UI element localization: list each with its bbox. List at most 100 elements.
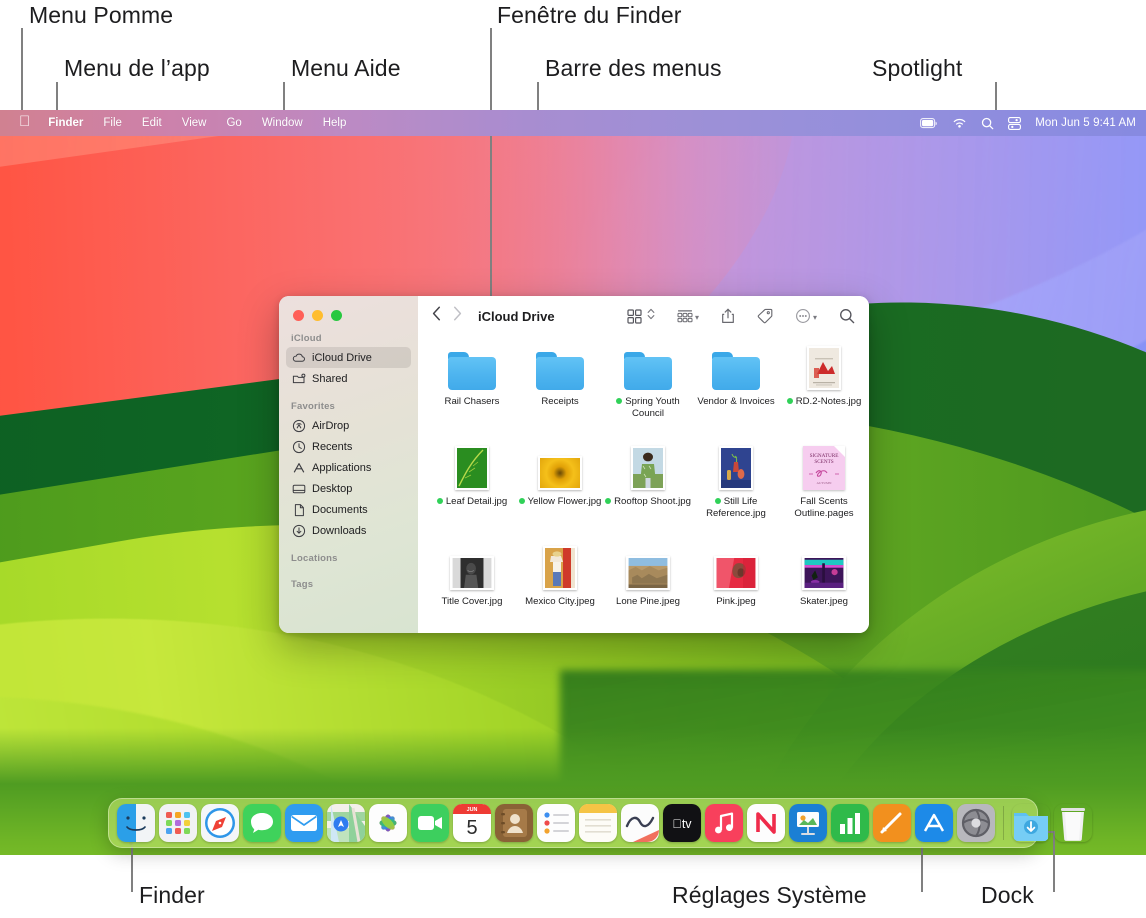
back-icon[interactable]	[432, 306, 441, 326]
dock-item-launchpad[interactable]	[159, 804, 197, 842]
dock-item-photos[interactable]	[369, 804, 407, 842]
battery-icon[interactable]	[920, 117, 938, 129]
menu-item-window[interactable]: Window	[252, 110, 313, 136]
sidebar-label: iCloud Drive	[312, 351, 372, 364]
dock-item-system-settings[interactable]	[957, 804, 995, 842]
dock-item-safari[interactable]	[201, 804, 239, 842]
file-item[interactable]: Rail Chasers	[428, 342, 516, 442]
dock-item-numbers[interactable]	[831, 804, 869, 842]
apple-logo-icon[interactable]: 	[11, 109, 38, 135]
menu-bar[interactable]:  Finder File Edit View Go Window Help M…	[0, 110, 1146, 136]
finder-window[interactable]: iCloud iCloud Drive Shared Favorites Air…	[279, 296, 869, 633]
chevron-down-icon[interactable]: ▾	[695, 313, 699, 322]
dock-item-music[interactable]	[705, 804, 743, 842]
sidebar-item-recents[interactable]: Recents	[286, 436, 411, 457]
callout-apple-menu: Menu Pomme	[29, 2, 174, 28]
dock-item-keynote[interactable]	[789, 804, 827, 842]
dock-divider	[1003, 806, 1004, 840]
clock-icon	[291, 439, 306, 454]
sidebar-item-airdrop[interactable]: AirDrop	[286, 415, 411, 436]
sidebar-item-documents[interactable]: Documents	[286, 499, 411, 520]
file-item[interactable]: Rooftop Shoot.jpg	[604, 442, 692, 542]
menu-item-help[interactable]: Help	[313, 110, 357, 136]
file-label: Vendor & Invoices	[697, 396, 775, 407]
file-item[interactable]: Yellow Flower.jpg	[516, 442, 604, 542]
icon-view-icon[interactable]	[616, 307, 666, 326]
folder-icon	[448, 342, 496, 390]
chevron-down-icon[interactable]: ▾	[813, 313, 817, 322]
file-label: Skater.jpeg	[799, 596, 848, 607]
file-label: Fall Scents Outline.pages	[794, 496, 854, 519]
menu-item-view[interactable]: View	[172, 110, 217, 136]
dock-item-app-store[interactable]	[915, 804, 953, 842]
menu-bar-clock[interactable]: Mon Jun 5 9:41 AM	[1035, 117, 1136, 129]
close-button[interactable]	[293, 310, 304, 321]
file-item[interactable]: Leaf Detail.jpg	[428, 442, 516, 542]
spotlight-search-icon[interactable]	[981, 117, 994, 130]
file-item[interactable]: Mexico City.jpeg	[516, 542, 604, 633]
dock-item-freeform[interactable]	[621, 804, 659, 842]
dock-item-maps[interactable]	[327, 804, 365, 842]
wifi-icon[interactable]	[952, 118, 967, 129]
menu-item-go[interactable]: Go	[216, 110, 251, 136]
dock-item-finder[interactable]	[117, 804, 155, 842]
dock-item-contacts[interactable]	[495, 804, 533, 842]
share-icon[interactable]	[710, 308, 746, 324]
file-item[interactable]: Vendor & Invoices	[692, 342, 780, 442]
image-thumbnail	[631, 442, 665, 490]
menu-item-finder[interactable]: Finder	[38, 110, 93, 136]
finder-search-icon[interactable]	[828, 308, 855, 324]
dock-item-news[interactable]	[747, 804, 785, 842]
dock-item-trash[interactable]	[1054, 804, 1092, 842]
file-item[interactable]: Receipts	[516, 342, 604, 442]
file-item[interactable]: Title Cover.jpg	[428, 542, 516, 633]
file-item[interactable]: Pink.jpeg	[692, 542, 780, 633]
sidebar-item-applications[interactable]: Applications	[286, 457, 411, 478]
forward-icon[interactable]	[453, 306, 462, 326]
window-traffic-lights[interactable]	[279, 296, 418, 321]
file-item[interactable]: Lone Pine.jpeg	[604, 542, 692, 633]
dock-item-mail[interactable]	[285, 804, 323, 842]
file-item[interactable]: Skater.jpeg	[780, 542, 868, 633]
airdrop-icon	[291, 418, 306, 433]
file-item[interactable]: Still Life Reference.jpg	[692, 442, 780, 542]
tag-icon[interactable]	[746, 308, 784, 324]
dock-item-reminders[interactable]	[537, 804, 575, 842]
more-actions-icon[interactable]: ▾	[784, 308, 828, 324]
sidebar-item-icloud-drive[interactable]: iCloud Drive	[286, 347, 411, 368]
group-by-icon[interactable]: ▾	[666, 309, 710, 323]
dock-item-downloads[interactable]	[1012, 804, 1050, 842]
leader-system-settings	[921, 846, 923, 892]
file-label: Rooftop Shoot.jpg	[605, 496, 691, 508]
leader-finder-window	[490, 28, 492, 300]
file-item[interactable]: RD.2-Notes.jpg	[780, 342, 868, 442]
menu-item-edit[interactable]: Edit	[132, 110, 172, 136]
svg-text:tv: tv	[672, 817, 692, 831]
folder-icon	[624, 342, 672, 390]
dock-item-pages[interactable]	[873, 804, 911, 842]
sidebar-item-desktop[interactable]: Desktop	[286, 478, 411, 499]
file-item[interactable]: SIGNATURE SCENTS AUTUMN Fall Scents Outlin…	[780, 442, 868, 542]
dock[interactable]: JUN 5 tv	[108, 798, 1085, 848]
file-item[interactable]: Spring Youth Council	[604, 342, 692, 442]
icloud-status-dot	[518, 498, 525, 504]
dock-item-messages[interactable]	[243, 804, 281, 842]
menu-item-file[interactable]: File	[93, 110, 132, 136]
zoom-button[interactable]	[331, 310, 342, 321]
callout-system-settings: Réglages Système	[672, 882, 867, 908]
dock-item-facetime[interactable]	[411, 804, 449, 842]
icloud-status-dot	[714, 498, 721, 504]
control-center-icon[interactable]	[1008, 116, 1022, 130]
sidebar-header-locations: Locations	[291, 553, 338, 564]
sidebar-item-shared[interactable]: Shared	[286, 368, 411, 389]
sidebar-item-downloads[interactable]: Downloads	[286, 520, 411, 541]
document-icon	[291, 502, 306, 517]
callout-dock: Dock	[981, 882, 1034, 908]
view-stepper-icon[interactable]	[644, 307, 655, 326]
dock-item-calendar[interactable]: JUN 5	[453, 804, 491, 842]
dock-item-notes[interactable]	[579, 804, 617, 842]
minimize-button[interactable]	[312, 310, 323, 321]
leader-apple-menu	[21, 28, 23, 120]
image-thumbnail	[455, 442, 489, 490]
dock-item-apple-tv[interactable]: tv	[663, 804, 701, 842]
